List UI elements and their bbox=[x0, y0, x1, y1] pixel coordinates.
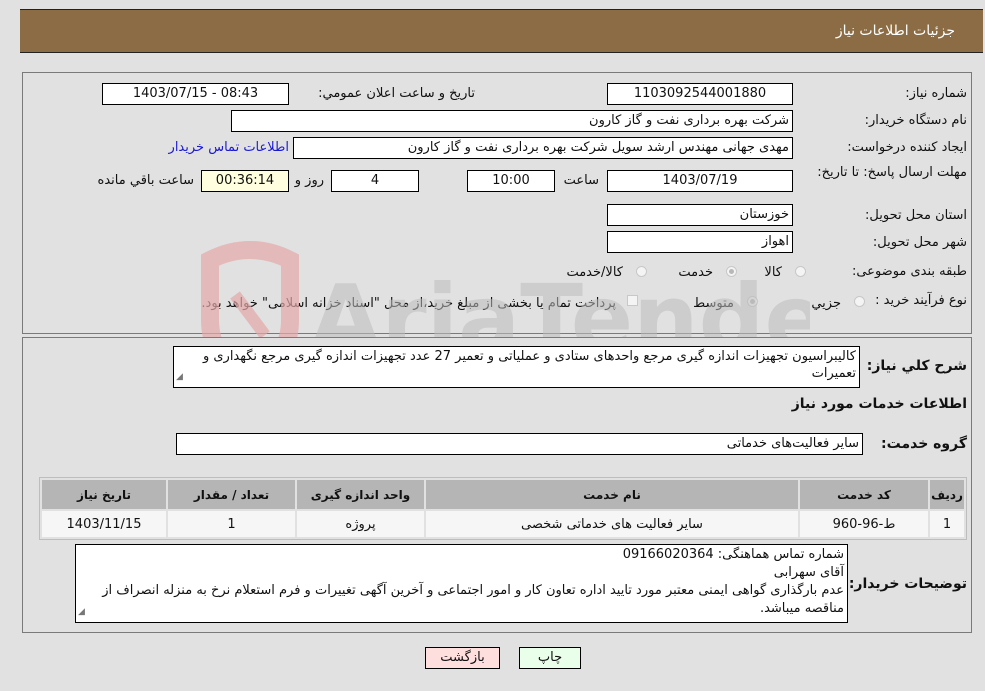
header-need-date: تاریخ نیاز bbox=[42, 480, 166, 509]
cell-need-date: 1403/11/15 bbox=[42, 511, 166, 537]
requester-label: ایجاد کننده درخواست: bbox=[847, 140, 967, 155]
cell-service-name: سایر فعالیت های خدماتی شخصی bbox=[426, 511, 798, 537]
purchase-type-label: نوع فرآیند خرید : bbox=[875, 293, 967, 308]
header-unit: واحد اندازه گیری bbox=[297, 480, 424, 509]
remaining-time-field: 00:36:14 bbox=[201, 170, 289, 192]
need-number-field: 1103092544001880 bbox=[607, 83, 793, 105]
cell-service-code: ط-96-960 bbox=[800, 511, 928, 537]
category-service-label: خدمت bbox=[678, 265, 713, 280]
page-header: جزئیات اطلاعات نیاز bbox=[20, 9, 983, 53]
resize-grip-icon[interactable]: ◢ bbox=[176, 369, 183, 386]
city-field: اهواز bbox=[607, 231, 793, 253]
city-label: شهر محل تحویل: bbox=[872, 235, 967, 250]
purchase-minor-radio[interactable] bbox=[854, 296, 865, 307]
table-header-row: ردیف کد خدمت نام خدمت واحد اندازه گیری ت… bbox=[42, 480, 964, 509]
category-goods-label: کالا bbox=[764, 265, 782, 280]
remaining-label: ساعت باقي مانده bbox=[97, 173, 194, 188]
days-label: روز و bbox=[294, 173, 324, 188]
buyer-contact-link[interactable]: اطلاعات تماس خریدار bbox=[169, 140, 289, 155]
service-group-field: سایر فعالیت‌های خدماتی bbox=[176, 433, 863, 455]
treasury-checkbox[interactable] bbox=[627, 295, 638, 306]
resize-grip-icon[interactable]: ◢ bbox=[78, 603, 85, 621]
buyer-notes-textarea[interactable]: شماره تماس هماهنگی: 09166020364 آقای سهر… bbox=[75, 544, 848, 623]
buyer-notes-line-2: آقای سهرابی bbox=[773, 565, 844, 580]
cell-unit: پروژه bbox=[297, 511, 424, 537]
announce-datetime-field: 1403/07/15 - 08:43 bbox=[102, 83, 289, 105]
header-quantity: تعداد / مقدار bbox=[168, 480, 295, 509]
description-label: شرح کلي نياز: bbox=[866, 358, 967, 374]
deadline-time-field: 10:00 bbox=[467, 170, 555, 192]
category-goods-radio[interactable] bbox=[795, 266, 806, 277]
header-service-name: نام خدمت bbox=[426, 480, 798, 509]
province-label: استان محل تحویل: bbox=[865, 208, 967, 223]
category-goods-service-radio[interactable] bbox=[636, 266, 647, 277]
deadline-date-field: 1403/07/19 bbox=[607, 170, 793, 192]
services-table: ردیف کد خدمت نام خدمت واحد اندازه گیری ت… bbox=[39, 477, 967, 540]
announce-datetime-label: تاریخ و ساعت اعلان عمومي: bbox=[318, 86, 475, 101]
print-button[interactable]: چاپ bbox=[519, 647, 581, 669]
purchase-minor-label: جزيي bbox=[811, 296, 841, 311]
purchase-medium-radio[interactable] bbox=[747, 296, 758, 307]
remaining-days-field: 4 bbox=[331, 170, 419, 192]
category-label: طبقه بندی موضوعی: bbox=[851, 264, 967, 279]
buyer-org-field: شرکت بهره برداری نفت و گاز کارون bbox=[231, 110, 793, 132]
need-number-label: شماره نیاز: bbox=[905, 86, 967, 101]
services-section-title: اطلاعات خدمات مورد نیاز bbox=[791, 396, 967, 412]
category-goods-service-label: کالا/خدمت bbox=[566, 265, 623, 280]
back-button[interactable]: بازگشت bbox=[425, 647, 500, 669]
buyer-notes-line-3: عدم بارگذاری گواهی ایمنی معتبر مورد تایی… bbox=[102, 583, 844, 616]
header-row-number: ردیف bbox=[930, 480, 964, 509]
description-text: کالیبراسیون تجهیزات اندازه گیری مرجع واح… bbox=[202, 349, 856, 381]
buyer-notes-label: توضیحات خریدار: bbox=[848, 576, 967, 592]
deadline-label: مهلت ارسال پاسخ: تا تاریخ: bbox=[817, 165, 967, 180]
buyer-notes-line-1: شماره تماس هماهنگی: 09166020364 bbox=[622, 547, 844, 562]
buyer-org-label: نام دستگاه خريدار: bbox=[864, 113, 967, 128]
deadline-time-label: ساعت bbox=[563, 173, 599, 188]
requester-field: مهدی جهانی مهندس ارشد سویل شرکت بهره برد… bbox=[293, 137, 793, 159]
category-service-radio[interactable] bbox=[726, 266, 737, 277]
cell-quantity: 1 bbox=[168, 511, 295, 537]
header-service-code: کد خدمت bbox=[800, 480, 928, 509]
page-title: جزئیات اطلاعات نیاز bbox=[835, 23, 955, 39]
table-row: 1 ط-96-960 سایر فعالیت های خدماتی شخصی پ… bbox=[42, 511, 964, 537]
purchase-medium-label: متوسط bbox=[693, 296, 734, 311]
treasury-checkbox-label: پرداخت تمام یا بخشی از مبلغ خرید،از محل … bbox=[201, 296, 616, 311]
province-field: خوزستان bbox=[607, 204, 793, 226]
cell-row-number: 1 bbox=[930, 511, 964, 537]
description-textarea[interactable]: کالیبراسیون تجهیزات اندازه گیری مرجع واح… bbox=[173, 346, 860, 388]
service-group-label: گروه خدمت: bbox=[881, 436, 967, 452]
